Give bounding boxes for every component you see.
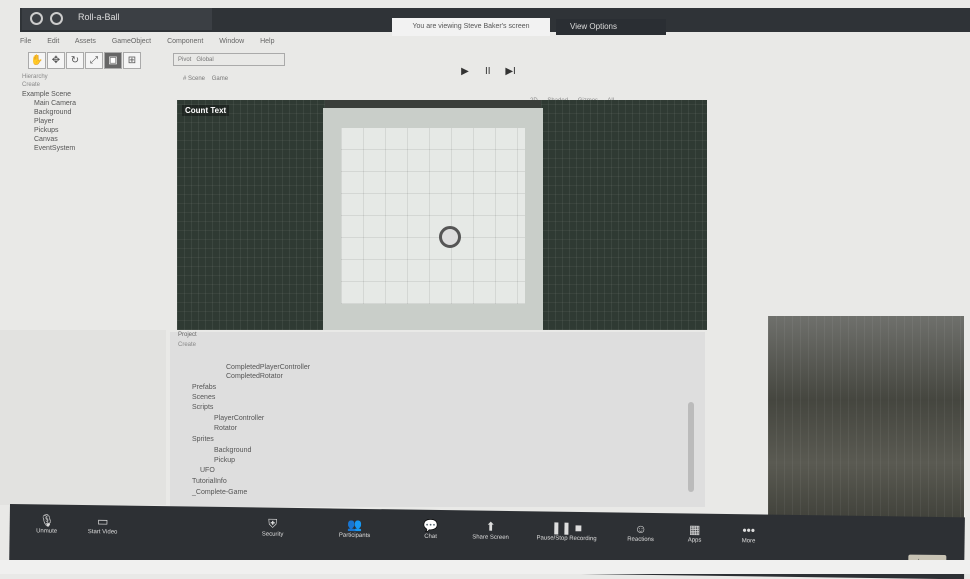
project-folder[interactable]: TutorialInfo (192, 478, 227, 486)
left-lower-area (0, 330, 166, 505)
start-video-button[interactable]: ▭ Start Video (68, 513, 138, 536)
menu-gameobject[interactable]: GameObject (112, 38, 151, 45)
transform-tool-icon[interactable]: ⊞ (123, 52, 141, 69)
rotate-tool-icon[interactable]: ↻ (66, 52, 84, 69)
menu-bar: File Edit Assets GameObject Component Wi… (20, 38, 970, 50)
window-tab[interactable]: Roll-a-Ball (22, 8, 212, 30)
hierarchy-item[interactable]: Player (22, 117, 180, 126)
menu-assets[interactable]: Assets (75, 38, 96, 45)
background-right (541, 100, 707, 330)
project-row[interactable]: PlayerController (214, 415, 264, 423)
move-tool-icon[interactable]: ✥ (47, 52, 65, 69)
window-title: Roll-a-Ball (78, 12, 120, 22)
menu-window[interactable]: Window (219, 38, 244, 45)
more-button[interactable]: ••• More (714, 522, 784, 545)
scene-tabs: # Scene Game (183, 76, 303, 98)
sharing-notice: You are viewing Steve Baker's screen (392, 18, 550, 36)
hierarchy-item[interactable]: Pickups (22, 126, 180, 135)
project-row[interactable]: UFO (200, 467, 215, 475)
people-icon: 👥 (347, 517, 363, 532)
hand-tool-icon[interactable]: ✋ (28, 52, 46, 69)
hierarchy-scene[interactable]: Example Scene (22, 90, 180, 99)
camera-icon: ▭ (96, 514, 109, 529)
share-screen-button[interactable]: ⬆ Share Screen (456, 518, 526, 541)
project-panel: Project Create CompletedPlayerController… (170, 332, 705, 507)
share-icon: ⬆ (485, 519, 496, 534)
project-row[interactable]: Pickup (214, 457, 235, 465)
record-icon: ❚❚ ■ (551, 520, 583, 535)
menu-edit[interactable]: Edit (47, 38, 59, 45)
scale-tool-icon[interactable]: ⤢ (85, 52, 103, 69)
hierarchy-item[interactable]: EventSystem (22, 144, 180, 153)
menu-help[interactable]: Help (260, 38, 274, 45)
project-row[interactable]: CompletedRotator (226, 373, 283, 381)
security-button[interactable]: ⛨ Security (238, 515, 308, 538)
background-left (177, 100, 325, 330)
hierarchy-item[interactable]: Background (22, 108, 180, 117)
project-header: Project (178, 332, 197, 338)
pause-button[interactable]: II (478, 66, 498, 77)
project-row[interactable]: Background (214, 447, 251, 455)
participant-video[interactable] (768, 316, 964, 526)
player-ball[interactable] (439, 226, 461, 248)
close-dot-icon[interactable] (30, 12, 43, 25)
project-folder[interactable]: Prefabs (192, 384, 216, 392)
tab-scene[interactable]: # Scene (183, 76, 205, 82)
project-scrollbar[interactable] (688, 402, 694, 492)
hierarchy-item[interactable]: Main Camera (22, 99, 180, 108)
project-folder[interactable]: Sprites (192, 436, 214, 444)
hierarchy-header: Hierarchy (22, 74, 48, 80)
game-board (323, 108, 543, 330)
minimize-dot-icon[interactable] (50, 12, 63, 25)
play-button[interactable]: ▶ (455, 66, 475, 77)
shield-icon: ⛨ (268, 516, 278, 531)
more-icon: ••• (742, 523, 756, 538)
project-folder[interactable]: Scenes (192, 394, 215, 402)
rect-tool-icon[interactable]: ▣ (104, 52, 122, 69)
project-row[interactable]: CompletedPlayerController (226, 364, 310, 372)
playback-controls: ▶ II ▶I (455, 66, 525, 82)
scene-viewport[interactable]: Count Text (177, 100, 707, 330)
board-floor (341, 128, 525, 304)
menu-file[interactable]: File (20, 38, 31, 45)
pause-stop-recording-button[interactable]: ❚❚ ■ Pause/Stop Recording (522, 519, 612, 543)
project-create[interactable]: Create (178, 342, 196, 348)
project-folder[interactable]: _Complete-Game (192, 489, 247, 497)
tab-game[interactable]: Game (212, 76, 228, 82)
participants-button[interactable]: 👥 Participants (320, 516, 390, 539)
project-row[interactable]: Rotator (214, 425, 237, 433)
view-options-button[interactable]: View Options (556, 19, 666, 35)
hierarchy-item[interactable]: Canvas (22, 135, 180, 144)
hierarchy-create[interactable]: Create (22, 82, 180, 88)
project-folder[interactable]: Scripts (192, 404, 213, 412)
hierarchy-panel: Hierarchy Create Example Scene Main Came… (22, 74, 180, 174)
step-button[interactable]: ▶I (501, 66, 521, 77)
screen-bottom-edge (0, 560, 970, 574)
pivot-toggle[interactable]: Pivot Global (173, 53, 285, 66)
menu-component[interactable]: Component (167, 38, 203, 45)
count-text-label: Count Text (182, 105, 230, 116)
